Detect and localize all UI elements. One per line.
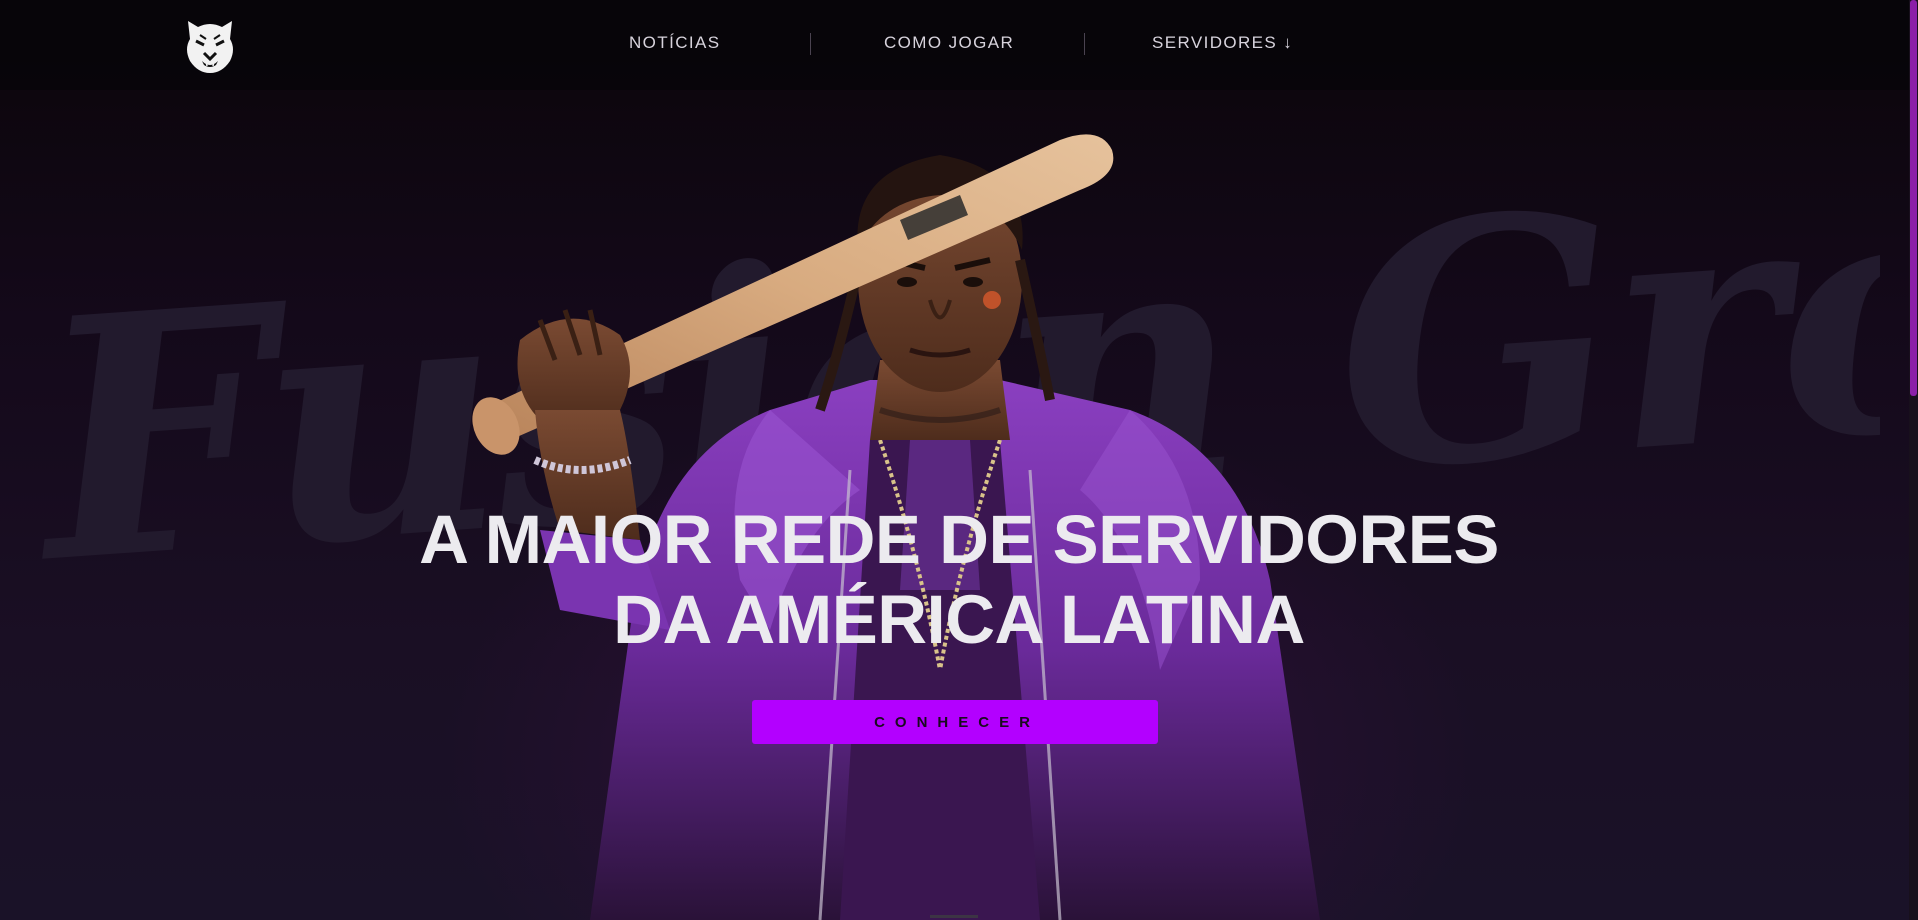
hero-headline: A MAIOR REDE DE SERVIDORES DA AMÉRICA LA…	[0, 500, 1918, 660]
tiger-head-icon[interactable]	[182, 15, 238, 75]
top-nav: NOTÍCIAS COMO JOGAR SERVIDORES ↓	[0, 0, 1918, 90]
nav-item-como-jogar[interactable]: COMO JOGAR	[884, 33, 1014, 53]
scrollbar-thumb[interactable]	[1910, 0, 1917, 396]
nav-item-noticias[interactable]: NOTÍCIAS	[629, 33, 721, 53]
landing-page: Fusion Group NOTÍCIAS COMO JOGAR SERVIDO…	[0, 0, 1918, 920]
nav-divider	[1084, 33, 1085, 55]
headline-line-2: DA AMÉRICA LATINA	[613, 581, 1305, 658]
scroll-indicator	[930, 915, 978, 918]
conhecer-button[interactable]: CONHECER	[752, 700, 1158, 744]
headline-line-1: A MAIOR REDE DE SERVIDORES	[419, 501, 1499, 578]
nav-item-servidores-dropdown[interactable]: SERVIDORES ↓	[1152, 33, 1293, 53]
nav-divider	[810, 33, 811, 55]
scrollbar[interactable]	[1909, 0, 1918, 920]
